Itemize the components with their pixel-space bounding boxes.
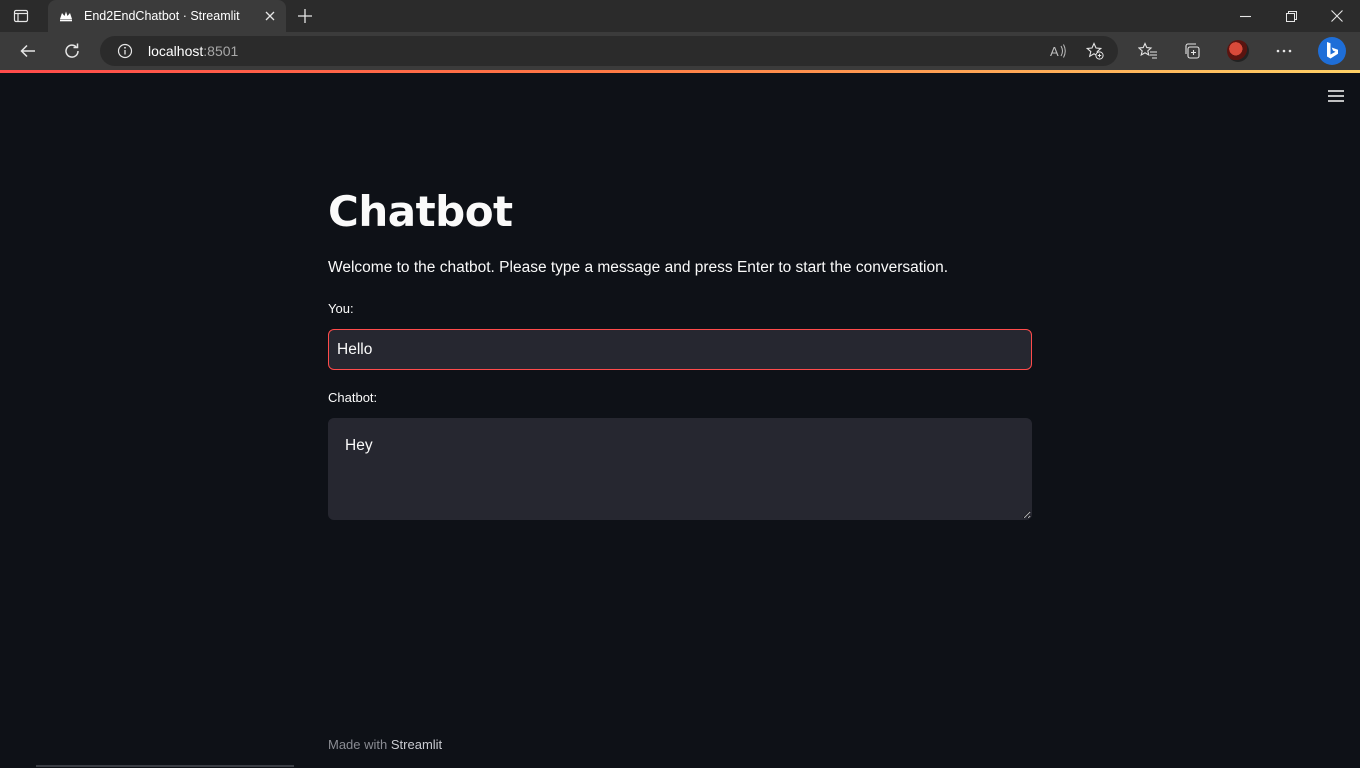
welcome-text: Welcome to the chatbot. Please type a me… (328, 259, 949, 276)
refresh-icon[interactable] (60, 39, 84, 63)
url-host: localhost (148, 43, 204, 59)
footer-streamlit-link[interactable]: Streamlit (391, 737, 442, 752)
hamburger-menu-icon[interactable] (1324, 86, 1348, 106)
favorites-icon[interactable] (1136, 39, 1160, 63)
footer: Made with Streamlit (328, 737, 442, 752)
browser-tab-active[interactable]: End2EndChatbot · Streamlit (48, 0, 286, 32)
close-tab-icon[interactable] (260, 6, 280, 26)
page-title: Chatbot (328, 187, 513, 236)
streamlit-decoration-bar (0, 70, 1360, 73)
browser-toolbar: localhost:8501 A (0, 32, 1360, 70)
streamlit-favicon-icon (58, 8, 74, 24)
tab-actions-icon[interactable] (12, 7, 30, 25)
chatbot-output[interactable]: Hey (329, 419, 1031, 519)
read-aloud-icon[interactable]: A (1050, 42, 1068, 60)
footer-prefix: Made with (328, 737, 391, 752)
close-window-icon[interactable] (1314, 0, 1360, 32)
collections-icon[interactable] (1180, 39, 1204, 63)
more-icon[interactable] (1272, 39, 1296, 63)
back-icon[interactable] (16, 39, 40, 63)
tab-title: End2EndChatbot · Streamlit (84, 9, 240, 23)
new-tab-icon[interactable] (294, 6, 316, 26)
restore-icon[interactable] (1268, 0, 1314, 32)
you-input[interactable] (329, 330, 1031, 369)
you-label: You: (328, 301, 354, 316)
svg-text:A: A (1050, 44, 1059, 59)
site-info-icon[interactable] (116, 42, 134, 60)
chatbot-output-container: Hey (328, 418, 1032, 520)
profile-avatar[interactable] (1227, 40, 1249, 62)
browser-tab-bar: End2EndChatbot · Streamlit (0, 0, 1360, 32)
you-input-container (328, 329, 1032, 370)
url-text: localhost:8501 (148, 43, 238, 59)
address-bar[interactable]: localhost:8501 A (100, 36, 1118, 66)
add-favorite-icon[interactable] (1086, 42, 1104, 60)
url-port: :8501 (203, 43, 239, 59)
chatbot-label: Chatbot: (328, 390, 378, 405)
horizontal-scrollbar[interactable] (36, 765, 294, 767)
minimize-icon[interactable] (1222, 0, 1268, 32)
bing-icon[interactable] (1316, 34, 1348, 68)
